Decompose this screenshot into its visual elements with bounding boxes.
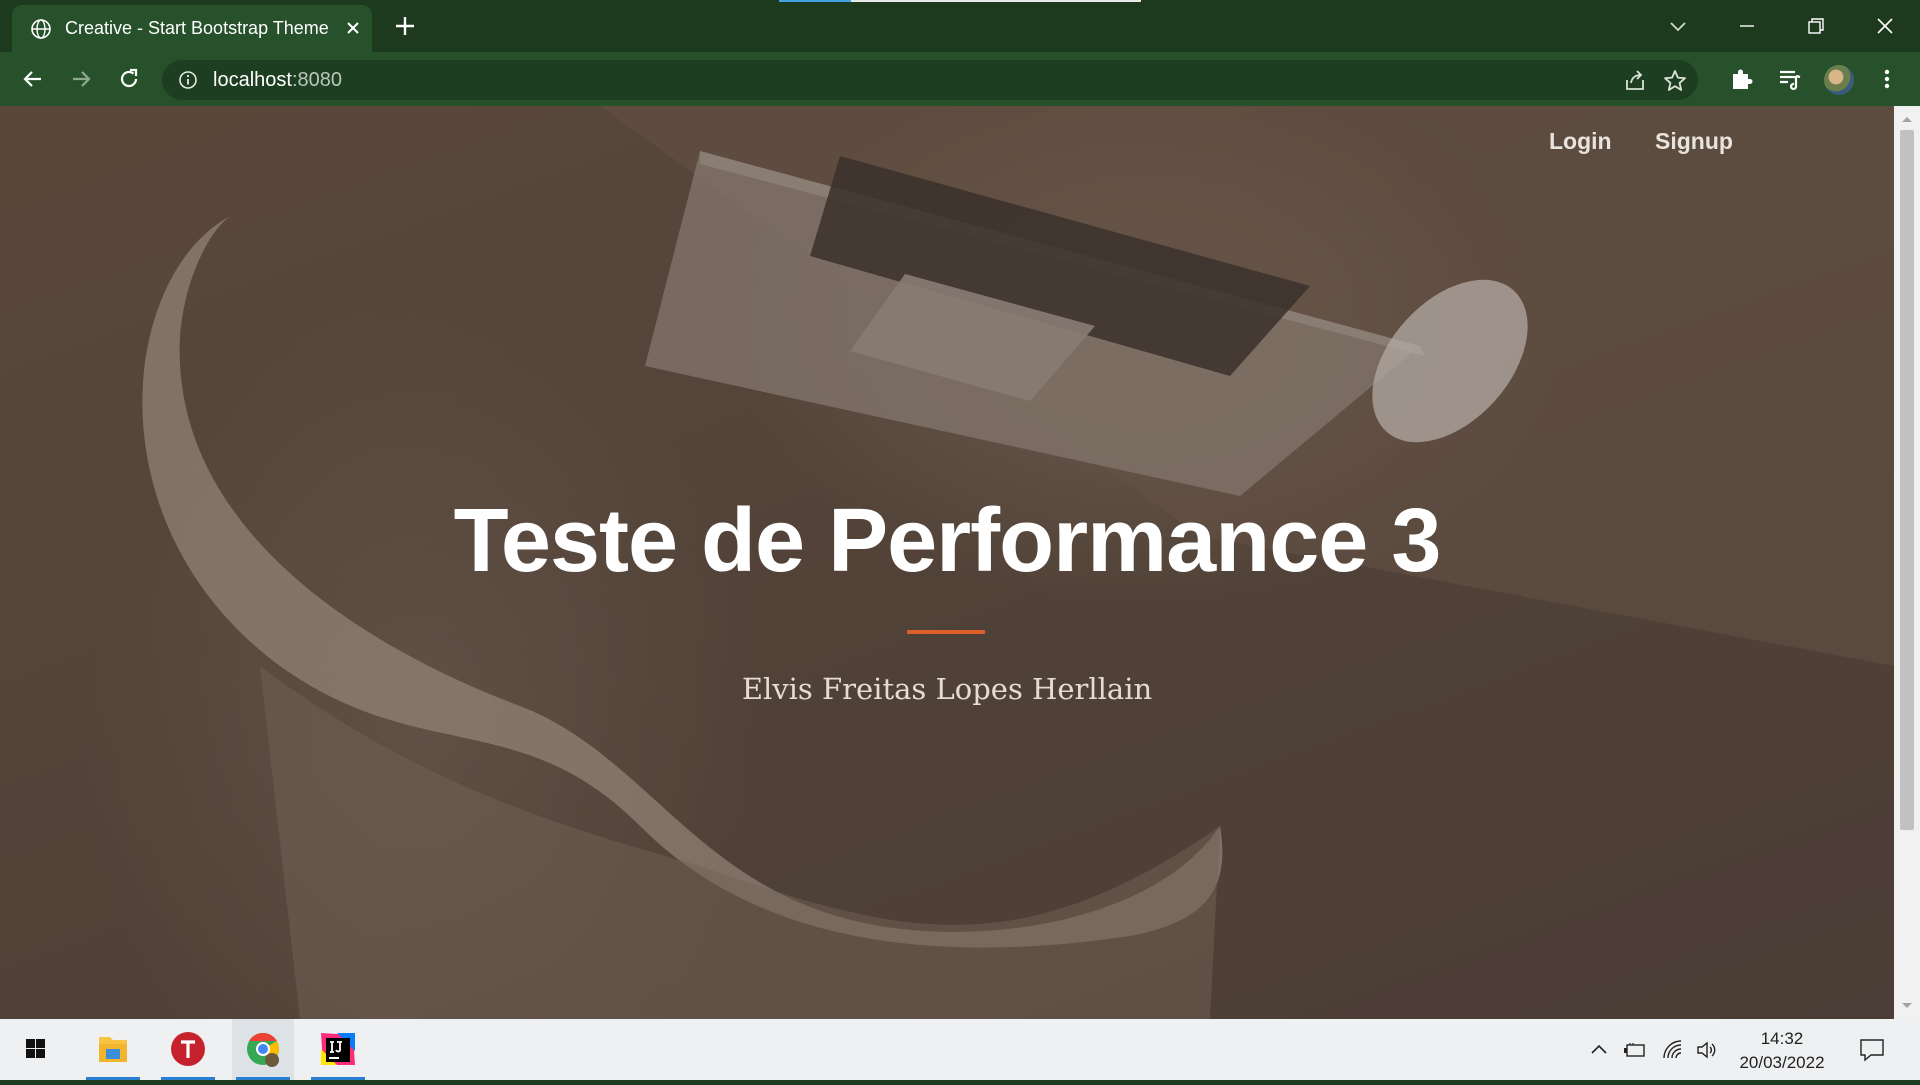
browser-toolbar: localhost:8080 [0,52,1920,106]
new-tab-icon[interactable] [391,12,419,40]
site-info-icon[interactable] [178,70,198,90]
bookmark-star-icon[interactable] [1662,68,1688,94]
folder-icon [99,1037,127,1062]
share-icon[interactable] [1622,68,1648,94]
url-host: localhost [213,69,292,91]
media-queue-icon[interactable] [1775,64,1805,94]
title-divider [907,630,985,634]
tab-search-chevron-icon[interactable] [1660,8,1696,44]
taskbar-todoist[interactable] [157,1019,219,1080]
nav-login-link[interactable]: Login [1549,128,1612,155]
close-tab-icon[interactable] [340,15,366,41]
clock-time: 14:32 [1760,1029,1804,1048]
clock-date: 20/03/2022 [1739,1053,1825,1072]
url-text: localhost:8080 [213,69,342,92]
show-hidden-icons-chevron-icon[interactable] [1586,1037,1612,1063]
notifications-icon[interactable] [1857,1035,1887,1065]
page-subtitle: Elvis Freitas Lopes Herllain [741,672,1153,706]
browser-tab-active[interactable]: Creative - Start Bootstrap Theme [12,5,372,52]
url-port: :8080 [291,69,342,91]
forward-icon[interactable] [67,65,95,93]
page-viewport: Login Signup Teste de Performance 3 Elvi… [0,106,1894,1019]
scroll-up-arrow-icon[interactable] [1894,112,1920,126]
windows-logo-icon [26,1039,45,1058]
loading-progress [779,0,851,2]
todoist-app-icon [171,1032,205,1066]
profile-avatar[interactable] [1824,65,1854,95]
taskbar-google-chrome[interactable] [232,1019,294,1080]
taskbar-file-explorer[interactable] [82,1019,144,1080]
volume-icon[interactable] [1694,1037,1720,1063]
restore-icon[interactable] [1798,8,1834,44]
globe-icon [31,19,51,39]
hero-section: Login Signup Teste de Performance 3 Elvi… [0,106,1894,1019]
reload-icon[interactable] [115,65,143,93]
extensions-puzzle-icon[interactable] [1727,64,1757,94]
battery-icon[interactable] [1622,1037,1648,1063]
chrome-app-icon [247,1032,279,1067]
page-title: Teste de Performance 3 [453,491,1442,591]
back-icon[interactable] [19,65,47,93]
intellij-app-icon [321,1033,355,1065]
nav-signup-link[interactable]: Signup [1655,128,1733,155]
windows-taskbar: 14:32 20/03/2022 [0,1019,1920,1080]
system-clock[interactable]: 14:32 20/03/2022 [1728,1027,1836,1075]
minimize-icon[interactable] [1729,8,1765,44]
page-scrollbar[interactable] [1894,106,1920,1019]
scroll-thumb[interactable] [1900,130,1914,830]
close-window-icon[interactable] [1867,8,1903,44]
browser-tab-strip: Creative - Start Bootstrap Theme [0,0,1920,52]
menu-kebab-icon[interactable] [1872,64,1902,94]
address-bar[interactable]: localhost:8080 [162,60,1698,100]
taskbar-intellij-idea[interactable] [307,1019,369,1080]
wifi-icon[interactable] [1660,1037,1686,1063]
scroll-down-arrow-icon[interactable] [1894,999,1920,1013]
start-button[interactable] [4,1019,66,1080]
tab-title: Creative - Start Bootstrap Theme [65,18,329,38]
